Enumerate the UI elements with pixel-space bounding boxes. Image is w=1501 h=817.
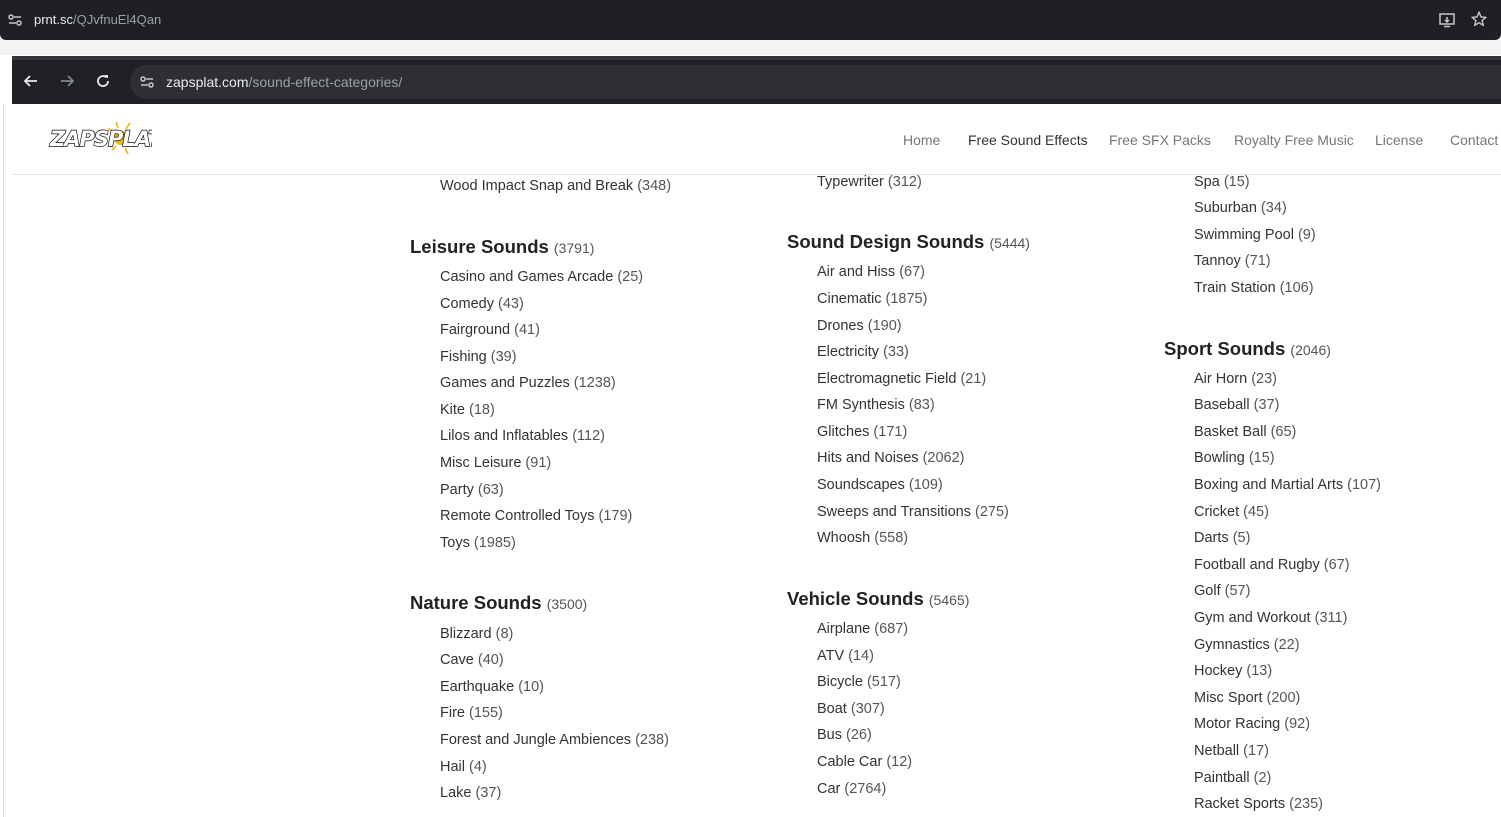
subcategory-link[interactable]: FM Synthesis (83) — [817, 397, 935, 413]
subcategory-link[interactable]: Football and Rugby (67) — [1194, 557, 1350, 573]
subcategory-link[interactable]: Fishing (39) — [440, 349, 517, 365]
subcategory-link[interactable]: Baseball (37) — [1194, 397, 1279, 413]
subcategory-link[interactable]: Comedy (43) — [440, 296, 524, 312]
subcategory-link[interactable]: Bus (26) — [817, 727, 872, 743]
subcategory-link[interactable]: Airplane (687) — [817, 621, 908, 637]
nav-license[interactable]: License — [1375, 132, 1423, 148]
page-gap — [0, 40, 1501, 55]
subcategory-link[interactable]: Netball (17) — [1194, 743, 1269, 759]
outer-url-host: prnt.sc — [34, 12, 74, 27]
subcategory-link[interactable]: Electricity (33) — [817, 344, 909, 360]
subcategory-link[interactable]: Boxing and Martial Arts (107) — [1194, 477, 1381, 493]
subcategory-link[interactable]: Fire (155) — [440, 705, 503, 721]
subcategory-link[interactable]: Tannoy (71) — [1194, 253, 1271, 269]
subcategory-link[interactable]: Cricket (45) — [1194, 504, 1269, 520]
subcategory-link[interactable]: Drones (190) — [817, 318, 902, 334]
subcategory-link[interactable]: Party (63) — [440, 482, 504, 498]
subcategory-link[interactable]: Lilos and Inflatables (112) — [440, 428, 605, 444]
subcategory-link[interactable]: Cave (40) — [440, 652, 504, 668]
subcategory-link[interactable]: ATV (14) — [817, 648, 874, 664]
subcategory-link[interactable]: Paintball (2) — [1194, 770, 1271, 786]
subcategory-link[interactable]: Whoosh (558) — [817, 530, 908, 546]
outer-address-bar[interactable]: prnt.sc/QJvfnuEl4Qan — [34, 12, 161, 27]
subcategory-link[interactable]: Cinematic (1875) — [817, 291, 927, 307]
nav-contact[interactable]: Contact — [1450, 132, 1498, 148]
subcategory-link[interactable]: Spa (15) — [1194, 174, 1250, 190]
nav-free-sound-effects[interactable]: Free Sound Effects — [968, 132, 1088, 148]
subcategory-link[interactable]: Misc Leisure (91) — [440, 455, 551, 471]
subcategory-link[interactable]: Electromagnetic Field (21) — [817, 371, 986, 387]
subcategory-link[interactable]: Train Station (106) — [1194, 280, 1314, 296]
subcategory-link[interactable]: Cable Car (12) — [817, 754, 912, 770]
site-settings-icon[interactable] — [138, 73, 156, 91]
inner-url-path: /sound-effect-categories/ — [248, 74, 403, 90]
bookmark-star-icon[interactable] — [1470, 10, 1488, 28]
subcategory-link[interactable]: Earthquake (10) — [440, 679, 544, 695]
inner-url-host: zapsplat.com — [166, 74, 249, 90]
subcategory-link[interactable]: Fairground (41) — [440, 322, 540, 338]
site-header: ZAPSPLAT Home Free Sound Effects Free SF… — [12, 104, 1501, 175]
category-title-vehicle[interactable]: Vehicle Sounds (5465) — [787, 588, 969, 610]
back-arrow-icon[interactable] — [22, 72, 40, 90]
subcategory-link[interactable]: Racket Sports (235) — [1194, 796, 1323, 812]
subcategory-link[interactable]: Swimming Pool (9) — [1194, 227, 1316, 243]
nav-royalty-free-music[interactable]: Royalty Free Music — [1234, 132, 1354, 148]
subcategory-link[interactable]: Sweeps and Transitions (275) — [817, 504, 1009, 520]
subcategory-link[interactable]: Gymnastics (22) — [1194, 637, 1300, 653]
subcategory-link[interactable]: Glitches (171) — [817, 424, 907, 440]
subcategory-link[interactable]: Bowling (15) — [1194, 450, 1275, 466]
subcategory-link[interactable]: Boat (307) — [817, 701, 885, 717]
reload-icon[interactable] — [94, 72, 112, 90]
nav-free-sfx-packs[interactable]: Free SFX Packs — [1109, 132, 1211, 148]
subcategory-link[interactable]: Wood Impact Snap and Break (348) — [440, 178, 671, 194]
subcategory-link[interactable]: Air and Hiss (67) — [817, 264, 925, 280]
subcategory-link[interactable]: Motor Racing (92) — [1194, 716, 1310, 732]
nav-home[interactable]: Home — [903, 132, 940, 148]
install-app-icon[interactable] — [1438, 11, 1456, 29]
subcategory-link[interactable]: Golf (57) — [1194, 583, 1250, 599]
tab-strip — [12, 56, 1501, 60]
site-info-icon[interactable] — [6, 11, 24, 29]
inner-browser-bar: zapsplat.com/sound-effect-categories/ — [12, 56, 1501, 104]
subcategory-link[interactable]: Hockey (13) — [1194, 663, 1272, 679]
subcategory-link[interactable]: Bicycle (517) — [817, 674, 901, 690]
category-title-sound-design[interactable]: Sound Design Sounds (5444) — [787, 231, 1030, 253]
subcategory-link[interactable]: Typewriter (312) — [817, 174, 922, 190]
subcategory-link[interactable]: Air Horn (23) — [1194, 371, 1277, 387]
subcategory-link[interactable]: Forest and Jungle Ambiences (238) — [440, 732, 669, 748]
subcategory-link[interactable]: Lake (37) — [440, 785, 501, 801]
category-title-sport[interactable]: Sport Sounds (2046) — [1164, 338, 1331, 360]
outer-browser-bar: prnt.sc/QJvfnuEl4Qan — [0, 0, 1501, 40]
main-nav: Home Free Sound Effects Free SFX Packs R… — [12, 132, 1501, 152]
category-title-leisure[interactable]: Leisure Sounds (3791) — [410, 236, 594, 258]
subcategory-link[interactable]: Basket Ball (65) — [1194, 424, 1296, 440]
subcategory-link[interactable]: Darts (5) — [1194, 530, 1250, 546]
screenshot-border — [3, 104, 4, 817]
subcategory-link[interactable]: Suburban (34) — [1194, 200, 1287, 216]
subcategory-link[interactable]: Hail (4) — [440, 759, 487, 775]
subcategory-link[interactable]: Gym and Workout (311) — [1194, 610, 1347, 626]
subcategory-link[interactable]: Remote Controlled Toys (179) — [440, 508, 632, 524]
subcategory-link[interactable]: Kite (18) — [440, 402, 495, 418]
subcategory-link[interactable]: Hits and Noises (2062) — [817, 450, 965, 466]
subcategory-link[interactable]: Casino and Games Arcade (25) — [440, 269, 643, 285]
outer-url-path: /QJvfnuEl4Qan — [73, 12, 162, 27]
forward-arrow-icon[interactable] — [58, 72, 76, 90]
inner-address-bar[interactable]: zapsplat.com/sound-effect-categories/ — [130, 65, 1501, 99]
subcategory-link[interactable]: Blizzard (8) — [440, 626, 513, 642]
subcategory-link[interactable]: Misc Sport (200) — [1194, 690, 1300, 706]
category-title-nature[interactable]: Nature Sounds (3500) — [410, 592, 587, 614]
subcategory-link[interactable]: Car (2764) — [817, 781, 886, 797]
subcategory-link[interactable]: Toys (1985) — [440, 535, 516, 551]
subcategory-link[interactable]: Soundscapes (109) — [817, 477, 943, 493]
subcategory-link[interactable]: Games and Puzzles (1238) — [440, 375, 616, 391]
